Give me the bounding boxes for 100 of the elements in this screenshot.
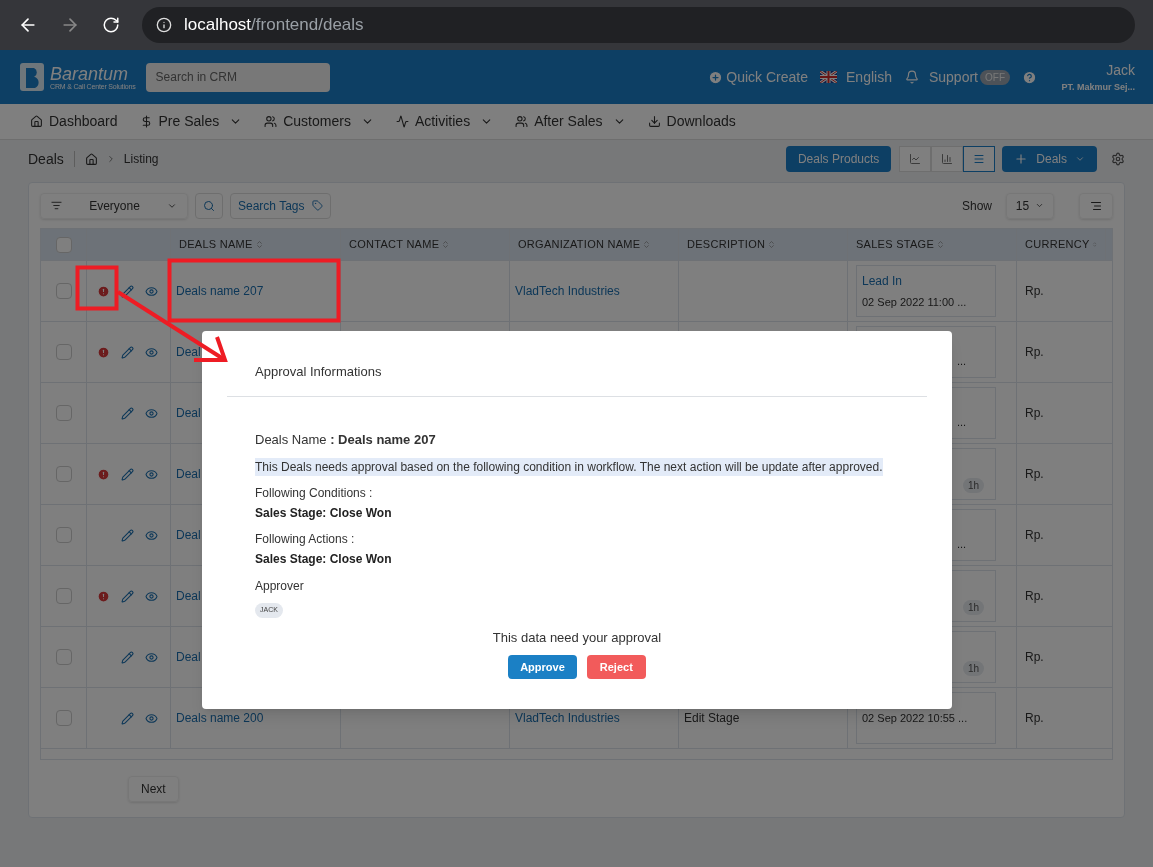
time-badge: 1h — [963, 478, 985, 494]
view-icon[interactable] — [145, 284, 158, 298]
info-icon[interactable] — [156, 17, 172, 33]
column-header[interactable]: DESCRIPTION — [687, 236, 766, 253]
edit-icon[interactable] — [121, 589, 134, 603]
view-icon — [941, 153, 954, 165]
deal-link[interactable]: Deal — [176, 587, 201, 606]
row-checkbox[interactable] — [55, 344, 72, 361]
column-header[interactable]: DEALS NAME — [179, 236, 253, 253]
deal-link[interactable]: Deal — [176, 404, 201, 423]
nav-item[interactable]: Activities — [414, 111, 471, 132]
row-checkbox[interactable] — [55, 649, 72, 666]
language-selector[interactable]: English — [846, 66, 892, 88]
filter-icon — [51, 200, 62, 212]
deal-link[interactable]: Deals name 200 — [176, 709, 264, 728]
column-header[interactable]: ORGANIZATION NAME — [518, 236, 641, 253]
time-badge: 1h — [963, 600, 985, 616]
edit-icon[interactable] — [121, 650, 134, 664]
deal-link[interactable]: Deal — [176, 526, 201, 545]
table-cell-text: Rp. — [1025, 527, 1044, 545]
organization-link[interactable]: VladTech Industries — [515, 709, 620, 728]
edit-icon[interactable] — [121, 284, 134, 298]
stage-time: ... — [957, 353, 967, 369]
search-field[interactable]: Search in CRM — [145, 62, 330, 92]
alert-icon[interactable] — [97, 467, 110, 481]
row-checkbox[interactable] — [55, 466, 72, 483]
breadcrumb-item: Listing — [123, 151, 159, 168]
nav-item[interactable]: Pre Sales — [158, 111, 220, 132]
row-checkbox[interactable] — [55, 710, 72, 727]
column-header[interactable]: CURRENCY — [1025, 236, 1090, 253]
deals-products-button[interactable]: Deals Products — [785, 146, 892, 172]
sort-icon[interactable] — [441, 240, 451, 250]
quick-create-button[interactable]: Quick Create — [708, 66, 809, 88]
edit-icon[interactable] — [121, 711, 134, 725]
stage-link[interactable]: Lead In — [862, 271, 903, 290]
nav-item[interactable]: Downloads — [666, 111, 736, 132]
edit-icon[interactable] — [121, 406, 134, 420]
row-checkbox[interactable] — [55, 283, 72, 300]
edit-icon[interactable] — [121, 528, 134, 542]
next-button[interactable]: Next — [128, 775, 179, 802]
column-header[interactable]: CONTACT NAME — [349, 236, 440, 253]
actions-value: Sales Stage: Close Won — [255, 551, 392, 568]
conditions-value: Sales Stage: Close Won — [255, 505, 392, 522]
table-cell-text: Rp. — [1025, 466, 1044, 484]
deal-link[interactable]: Deal — [176, 648, 201, 667]
sort-icon[interactable] — [767, 240, 777, 250]
annotation-box — [75, 265, 119, 311]
nav-item[interactable]: Dashboard — [49, 111, 118, 132]
edit-icon[interactable] — [121, 345, 134, 359]
organization-link[interactable]: VladTech Industries — [515, 282, 620, 301]
edit-icon[interactable] — [121, 467, 134, 481]
settings-icon[interactable] — [1111, 152, 1125, 166]
deal-link[interactable]: Deal — [176, 465, 201, 484]
reload-icon[interactable] — [102, 16, 120, 34]
address-bar[interactable]: localhost/frontend/deals — [142, 7, 1135, 43]
alert-icon[interactable] — [97, 589, 110, 603]
select-all-checkbox[interactable] — [55, 236, 72, 253]
sort-icon[interactable] — [254, 240, 264, 250]
plus-circle-icon — [708, 69, 724, 85]
owner-filter[interactable]: Everyone — [40, 192, 188, 219]
reject-button[interactable]: Reject — [586, 655, 646, 679]
page-size-select[interactable]: 15 — [1006, 192, 1054, 219]
home-icon[interactable] — [84, 152, 98, 166]
alert-icon[interactable] — [97, 284, 110, 298]
columns-button[interactable] — [1079, 192, 1113, 219]
add-deals-button[interactable]: Deals — [1002, 146, 1097, 172]
nav-icon[interactable] — [264, 115, 278, 128]
deal-link[interactable]: Deals name 207 — [176, 282, 264, 301]
nav-icon[interactable] — [647, 115, 661, 128]
search-button[interactable] — [195, 192, 223, 219]
sort-icon[interactable] — [642, 240, 652, 250]
table-cell-text: Rp. — [1025, 710, 1044, 728]
nav-icon[interactable] — [30, 115, 43, 128]
view-icon[interactable] — [145, 406, 158, 420]
column-header[interactable]: SALES STAGE — [856, 236, 935, 253]
nav-icon[interactable] — [395, 115, 409, 128]
search-tags-button[interactable]: Search Tags — [230, 192, 331, 219]
view-toggle[interactable] — [963, 146, 996, 172]
nav-icon[interactable] — [515, 115, 529, 128]
view-icon[interactable] — [145, 711, 158, 725]
deal-link[interactable]: Deal — [176, 343, 201, 362]
view-icon[interactable] — [145, 528, 158, 542]
row-checkbox[interactable] — [55, 588, 72, 605]
sort-icon[interactable] — [936, 240, 946, 250]
help-icon[interactable] — [1022, 69, 1037, 85]
view-icon[interactable] — [145, 467, 158, 481]
row-checkbox[interactable] — [55, 527, 72, 544]
table-cell-text: Rp. — [1025, 344, 1044, 362]
notification-icon[interactable] — [904, 70, 919, 84]
view-icon[interactable] — [145, 650, 158, 664]
columns-icon — [1090, 199, 1102, 212]
view-icon[interactable] — [145, 589, 158, 603]
view-icon[interactable] — [145, 345, 158, 359]
alert-icon[interactable] — [97, 345, 110, 359]
approve-button[interactable]: Approve — [508, 655, 577, 679]
nav-item[interactable]: After Sales — [534, 111, 603, 132]
page-title: Deals — [28, 149, 64, 169]
nav-item[interactable]: Customers — [283, 111, 351, 132]
row-checkbox[interactable] — [55, 405, 72, 422]
support-label: Support — [928, 67, 978, 87]
